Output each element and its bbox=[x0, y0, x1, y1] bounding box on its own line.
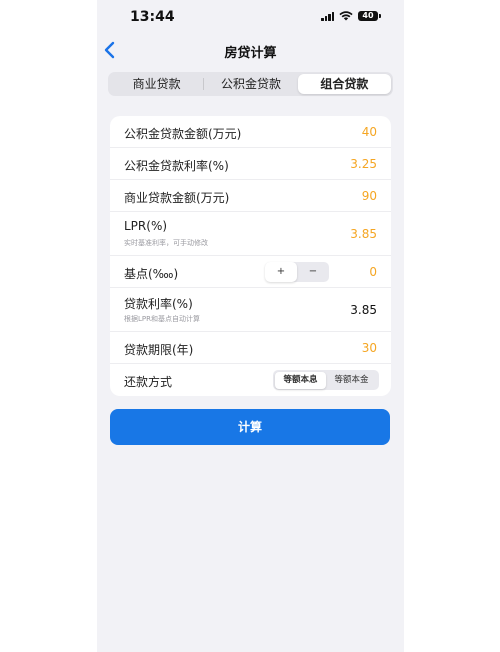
fund-rate-value[interactable]: 3.25 bbox=[350, 157, 377, 171]
phone-screen: 13:44 40 房贷计算 商业贷款 公积金贷款 组合贷款 公积金贷款金额(万元… bbox=[97, 0, 404, 652]
signal-icon bbox=[321, 11, 334, 21]
status-icons: 40 bbox=[321, 11, 381, 21]
commercial-amount-value[interactable]: 90 bbox=[362, 189, 377, 203]
fund-amount-row[interactable]: 公积金贷款金额(万元) 40 bbox=[110, 116, 391, 148]
wifi-icon bbox=[339, 11, 353, 21]
fund-rate-label: 公积金贷款利率(%) bbox=[124, 159, 229, 173]
status-time: 13:44 bbox=[130, 9, 175, 25]
option-equal-principal[interactable]: 等额本金 bbox=[326, 372, 377, 389]
repayment-method-toggle: 等额本息 等额本金 bbox=[273, 370, 379, 390]
lpr-row[interactable]: LPR(%) 实时基准利率，可手动修改 3.85 bbox=[110, 212, 391, 256]
decrease-button[interactable]: − bbox=[297, 262, 329, 282]
commercial-amount-row[interactable]: 商业贷款金额(万元) 90 bbox=[110, 180, 391, 212]
tab-commercial-loan[interactable]: 商业贷款 bbox=[110, 74, 203, 94]
loan-rate-value: 3.85 bbox=[350, 303, 377, 317]
loan-rate-label: 贷款利率(%) bbox=[124, 297, 193, 311]
fund-amount-value[interactable]: 40 bbox=[362, 125, 377, 139]
lpr-label: LPR(%) bbox=[124, 219, 168, 233]
loan-rate-row: 贷款利率(%) 根据LPR和基点自动计算 3.85 bbox=[110, 288, 391, 332]
fund-amount-label: 公积金贷款金额(万元) bbox=[124, 127, 242, 141]
tab-combined-loan[interactable]: 组合贷款 bbox=[297, 74, 391, 94]
loan-form-card: 公积金贷款金额(万元) 40 公积金贷款利率(%) 3.25 商业贷款金额(万元… bbox=[110, 116, 391, 396]
tab-provident-fund-loan[interactable]: 公积金贷款 bbox=[204, 74, 297, 94]
loan-type-tabs: 商业贷款 公积金贷款 组合贷款 bbox=[108, 72, 393, 96]
fund-rate-row[interactable]: 公积金贷款利率(%) 3.25 bbox=[110, 148, 391, 180]
increase-button[interactable]: + bbox=[265, 262, 297, 282]
commercial-amount-label: 商业贷款金额(万元) bbox=[124, 191, 230, 205]
basis-points-stepper: + − bbox=[265, 262, 329, 282]
lpr-value[interactable]: 3.85 bbox=[350, 227, 377, 241]
basis-points-value: 0 bbox=[369, 265, 377, 279]
calculate-button[interactable]: 计算 bbox=[110, 409, 390, 445]
repayment-row: 还款方式 等额本息 等额本金 bbox=[110, 364, 391, 396]
basis-points-label: 基点(‱) bbox=[124, 267, 179, 281]
loan-term-row[interactable]: 贷款期限(年) 30 bbox=[110, 332, 391, 364]
option-equal-installment[interactable]: 等额本息 bbox=[275, 371, 326, 389]
lpr-hint: 实时基准利率，可手动修改 bbox=[124, 239, 208, 247]
nav-bar: 房贷计算 bbox=[97, 36, 404, 64]
loan-rate-hint: 根据LPR和基点自动计算 bbox=[124, 315, 200, 323]
battery-icon: 40 bbox=[358, 11, 381, 21]
page-title: 房贷计算 bbox=[224, 46, 277, 61]
loan-term-label: 贷款期限(年) bbox=[124, 343, 194, 357]
status-bar: 13:44 40 bbox=[97, 0, 404, 34]
loan-term-value[interactable]: 30 bbox=[362, 341, 377, 355]
repayment-label: 还款方式 bbox=[124, 375, 173, 389]
basis-points-row: 基点(‱) + − 0 bbox=[110, 256, 391, 288]
